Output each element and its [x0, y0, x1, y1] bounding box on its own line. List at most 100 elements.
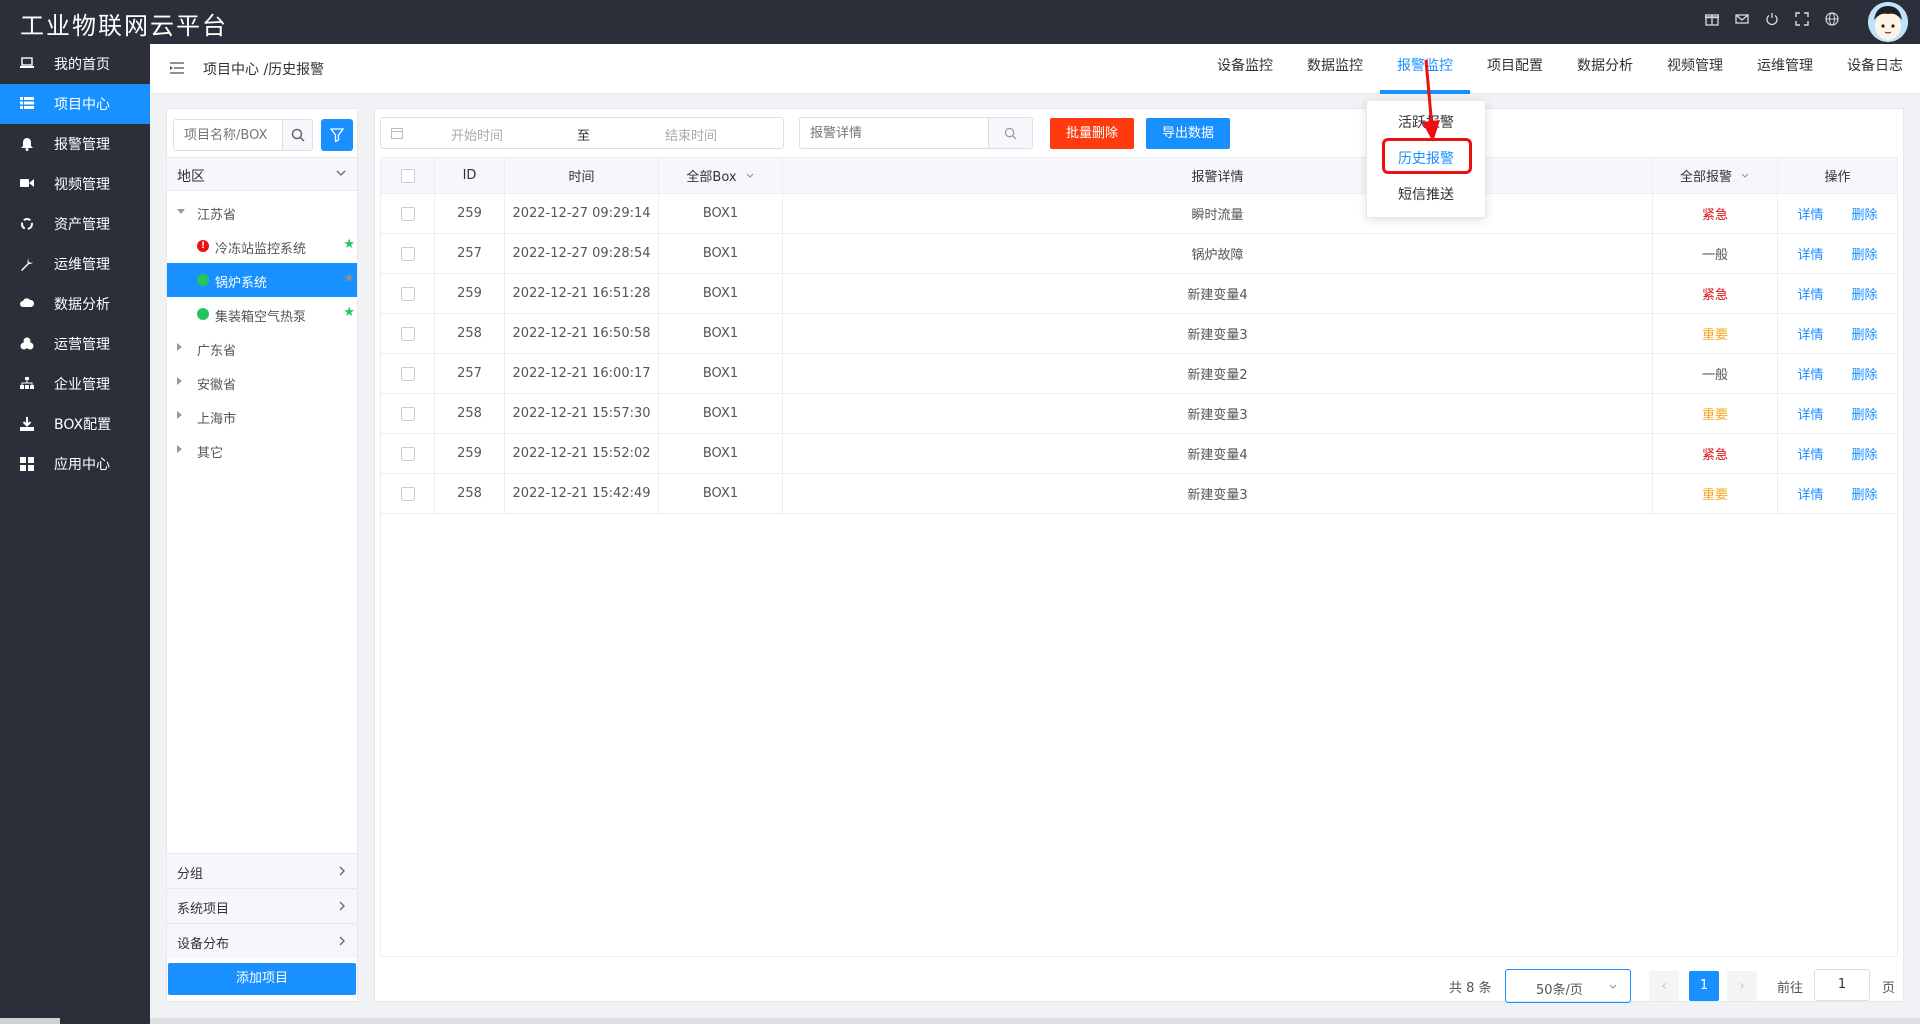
tab-device-log[interactable]: 设备日志	[1830, 44, 1920, 94]
section-system-project[interactable]: 系统项目	[167, 888, 357, 923]
prev-page-button[interactable]: ‹	[1649, 971, 1679, 1001]
next-page-button[interactable]: ›	[1727, 971, 1757, 1001]
list-icon	[20, 97, 34, 111]
tree-node-anhui[interactable]: 安徽省	[167, 365, 357, 399]
row-checkbox[interactable]	[400, 206, 415, 221]
row-checkbox[interactable]	[400, 486, 415, 501]
pagination: 共 8 条 50条/页 ‹ 1 › 前往 1 页	[375, 965, 1903, 1003]
delete-link[interactable]: 删除	[1852, 364, 1878, 383]
tab-device-monitor[interactable]: 设备监控	[1200, 44, 1290, 94]
online-status-icon	[197, 308, 209, 320]
avatar[interactable]	[1868, 2, 1908, 42]
delete-link[interactable]: 删除	[1852, 484, 1878, 503]
tree-node-project[interactable]: ! 冷冻站监控系统 ★	[167, 229, 357, 263]
header-box-filter[interactable]: 全部Box	[659, 158, 783, 193]
nav-item-box-config[interactable]: BOX配置	[0, 404, 150, 444]
nav-item-home[interactable]: 我的首页	[0, 44, 150, 84]
alarm-level: 一般	[1653, 354, 1778, 393]
nav-item-alarm[interactable]: 报警管理	[0, 124, 150, 164]
nav-item-video[interactable]: 视频管理	[0, 164, 150, 204]
detail-link[interactable]: 详情	[1797, 444, 1823, 463]
table-row: 258 2022-12-21 16:50:58 BOX1 新建变量3 重要 详情…	[381, 314, 1897, 354]
project-search-button[interactable]	[282, 120, 312, 150]
star-icon[interactable]: ★	[343, 237, 355, 252]
goto-page-input[interactable]: 1	[1814, 969, 1870, 1001]
alarm-detail-search-button[interactable]	[988, 118, 1032, 148]
tree-node-project[interactable]: 集装箱空气热泵 ★	[167, 297, 357, 331]
chevron-right-icon	[339, 901, 345, 911]
header-level-filter[interactable]: 全部报警	[1653, 158, 1778, 193]
mail-icon[interactable]	[1734, 12, 1750, 28]
add-project-button[interactable]: 添加项目	[168, 963, 356, 995]
caret-right-icon	[177, 377, 182, 385]
detail-link[interactable]: 详情	[1797, 244, 1823, 263]
nav-item-operation[interactable]: 运营管理	[0, 324, 150, 364]
star-icon[interactable]: ★	[343, 305, 355, 320]
nav-item-ops[interactable]: 运维管理	[0, 244, 150, 284]
caret-right-icon	[177, 445, 182, 453]
filter-button[interactable]	[321, 119, 353, 151]
star-icon[interactable]: ★	[343, 271, 355, 286]
project-search-input[interactable]	[174, 120, 284, 150]
tree-node-other[interactable]: 其它	[167, 433, 357, 467]
detail-link[interactable]: 详情	[1797, 204, 1823, 223]
gift-icon[interactable]	[1704, 12, 1720, 28]
batch-delete-button[interactable]: 批量删除	[1050, 118, 1134, 149]
date-range-picker[interactable]: 开始时间 至 结束时间	[380, 117, 784, 149]
delete-link[interactable]: 删除	[1852, 444, 1878, 463]
delete-link[interactable]: 删除	[1852, 404, 1878, 423]
delete-link[interactable]: 删除	[1852, 324, 1878, 343]
delete-link[interactable]: 删除	[1852, 244, 1878, 263]
detail-link[interactable]: 详情	[1797, 484, 1823, 503]
row-checkbox[interactable]	[400, 326, 415, 341]
horizontal-scrollbar[interactable]	[150, 1018, 1920, 1024]
nav-item-app-center[interactable]: 应用中心	[0, 444, 150, 484]
power-icon[interactable]	[1764, 12, 1780, 28]
select-all-checkbox[interactable]	[400, 168, 415, 183]
delete-link[interactable]: 删除	[1852, 204, 1878, 223]
tab-ops-manage[interactable]: 运维管理	[1740, 44, 1830, 94]
globe-icon[interactable]	[1824, 12, 1840, 28]
top-tabs: 设备监控 数据监控 报警监控 项目配置 数据分析 视频管理 运维管理 设备日志	[1200, 44, 1920, 94]
delete-link[interactable]: 删除	[1852, 284, 1878, 303]
side-nav: 我的首页 项目中心 报警管理 视频管理 资产管理 运维管理 数据分析 运营管理 …	[0, 44, 150, 1024]
detail-link[interactable]: 详情	[1797, 364, 1823, 383]
export-data-button[interactable]: 导出数据	[1146, 118, 1230, 149]
region-header[interactable]: 地区	[167, 157, 357, 191]
nav-item-enterprise[interactable]: 企业管理	[0, 364, 150, 404]
top-icons	[1704, 12, 1840, 28]
nav-item-asset[interactable]: 资产管理	[0, 204, 150, 244]
chevron-right-icon	[339, 936, 345, 946]
tree-node-project-selected[interactable]: 锅炉系统 ★	[167, 263, 357, 297]
tree-node-shanghai[interactable]: 上海市	[167, 399, 357, 433]
row-checkbox[interactable]	[400, 366, 415, 381]
menu-item-sms-push[interactable]: 短信推送	[1367, 177, 1485, 213]
detail-link[interactable]: 详情	[1797, 404, 1823, 423]
detail-link[interactable]: 详情	[1797, 284, 1823, 303]
goto-suffix: 页	[1882, 981, 1896, 996]
alarm-detail-input[interactable]	[800, 118, 990, 148]
detail-link[interactable]: 详情	[1797, 324, 1823, 343]
row-checkbox[interactable]	[400, 406, 415, 421]
page-number-current[interactable]: 1	[1689, 971, 1719, 1001]
row-checkbox[interactable]	[400, 446, 415, 461]
menu-toggle-icon[interactable]	[170, 62, 184, 74]
tab-video-manage[interactable]: 视频管理	[1650, 44, 1740, 94]
page-size-select[interactable]: 50条/页	[1505, 969, 1631, 1003]
caret-right-icon	[177, 343, 182, 351]
section-device-distribution[interactable]: 设备分布	[167, 923, 357, 958]
tree-node-guangdong[interactable]: 广东省	[167, 331, 357, 365]
tree-node-jiangsu[interactable]: 江苏省	[167, 195, 357, 229]
row-checkbox[interactable]	[400, 286, 415, 301]
row-checkbox[interactable]	[400, 246, 415, 261]
tab-data-monitor[interactable]: 数据监控	[1290, 44, 1380, 94]
nav-item-data-analysis[interactable]: 数据分析	[0, 284, 150, 324]
tab-project-config[interactable]: 项目配置	[1470, 44, 1560, 94]
section-group[interactable]: 分组	[167, 853, 357, 888]
nav-item-project-center[interactable]: 项目中心	[0, 84, 150, 124]
fullscreen-icon[interactable]	[1794, 12, 1810, 28]
tab-data-analysis[interactable]: 数据分析	[1560, 44, 1650, 94]
project-search-box	[173, 119, 313, 151]
laptop-icon	[20, 57, 34, 71]
caret-right-icon	[177, 411, 182, 419]
